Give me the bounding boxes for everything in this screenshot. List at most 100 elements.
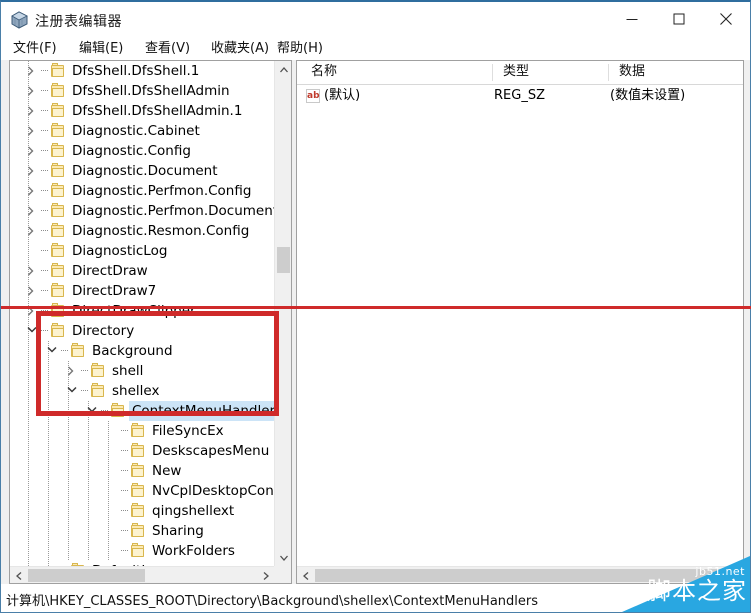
tree-node[interactable]: Background (10, 341, 275, 361)
tree-node[interactable]: NvCplDesktopCont (10, 481, 275, 501)
tree-node-label: DfsShell.DfsShellAdmin.1 (72, 103, 243, 119)
tree-node[interactable]: qingshellext (10, 501, 275, 521)
tree-guide-line (28, 421, 29, 441)
registry-values-pane: 名称 类型 数据 ab (默认) REG_SZ (数值未设置) (296, 60, 744, 584)
chevron-right-icon[interactable] (24, 221, 40, 241)
chevron-right-icon[interactable] (24, 61, 40, 81)
watermark-brand: 脚本之家 (647, 577, 747, 605)
folder-icon (70, 341, 87, 361)
tree-node-label: FileSyncEx (152, 423, 224, 439)
folder-icon (50, 261, 67, 281)
value-cell-type: REG_SZ (494, 88, 545, 103)
tree-node[interactable]: DfsShell.DfsShellAdmin.1 (10, 101, 275, 121)
tree-node-label: qingshellext (152, 503, 235, 519)
chevron-right-icon[interactable] (24, 201, 40, 221)
tree-node-label: ContextMenuHandlers (129, 401, 275, 421)
chevron-right-icon[interactable] (24, 301, 40, 321)
menu-edit[interactable]: 编辑(E) (73, 40, 129, 58)
chevron-right-icon[interactable] (24, 101, 40, 121)
tree-node[interactable]: DfsShell.DfsShell.1 (10, 61, 275, 81)
folder-icon (130, 421, 147, 441)
minimize-button[interactable] (609, 2, 655, 36)
tree-guide-line (68, 521, 69, 541)
menu-help[interactable]: 帮助(H) (271, 40, 329, 58)
tree-node[interactable]: Diagnostic.Config (10, 141, 275, 161)
chevron-right-icon[interactable] (24, 181, 40, 201)
tree-node[interactable]: shell (10, 361, 275, 381)
tree-node[interactable]: Diagnostic.Document (10, 161, 275, 181)
tree-node[interactable]: shellex (10, 381, 275, 401)
tree-hscroll-thumb[interactable] (28, 569, 145, 582)
maximize-button[interactable] (656, 2, 702, 36)
chevron-right-icon[interactable] (24, 141, 40, 161)
tree-node[interactable]: WorkFolders (10, 541, 275, 561)
chevron-down-icon[interactable] (24, 321, 40, 341)
values-scroll-left-button[interactable] (297, 567, 314, 583)
menu-view[interactable]: 查看(V) (139, 40, 196, 58)
tree-guide-line (88, 421, 89, 441)
tree-guide-line (28, 501, 29, 521)
chevron-right-icon[interactable] (24, 161, 40, 181)
tree-guide-line (48, 501, 49, 521)
chevron-right-icon[interactable] (24, 261, 40, 281)
value-row[interactable]: ab (默认) REG_SZ (数值未设置) (297, 85, 743, 107)
tree-node[interactable]: DirectDraw7 (10, 281, 275, 301)
column-data[interactable]: 数据 (610, 61, 645, 83)
folder-icon (90, 361, 107, 381)
tree-node[interactable]: DiagnosticLog (10, 241, 275, 261)
tree-vertical-scrollbar[interactable] (274, 61, 291, 566)
tree-node[interactable]: Sharing (10, 521, 275, 541)
tree-horizontal-scrollbar[interactable] (10, 566, 274, 583)
title-bar: 注册表编辑器 (1, 2, 750, 38)
close-button[interactable] (703, 2, 749, 36)
chevron-down-icon[interactable] (64, 381, 80, 401)
tree-leaf-spacer (104, 441, 120, 461)
folder-icon (50, 201, 67, 221)
tree-node[interactable]: DfsShell.DfsShellAdmin (10, 81, 275, 101)
chevron-down-icon[interactable] (44, 341, 60, 361)
tree-guide-line (28, 381, 29, 401)
tree-scroll-corner (274, 566, 291, 583)
column-type[interactable]: 类型 (494, 61, 529, 83)
tree-node[interactable]: DeskscapesMenu (10, 441, 275, 461)
tree-node[interactable]: DirectDraw (10, 261, 275, 281)
chevron-right-icon[interactable] (24, 81, 40, 101)
tree-node[interactable]: Diagnostic.Perfmon.Document (10, 201, 275, 221)
menu-file[interactable]: 文件(F) (7, 40, 63, 58)
registry-tree[interactable]: DfsShell.DfsShell.1 DfsShell.DfsShellAdmi… (10, 61, 275, 566)
menu-favorites[interactable]: 收藏夹(A) (205, 40, 275, 58)
chevron-right-icon[interactable] (24, 121, 40, 141)
column-name[interactable]: 名称 (302, 61, 337, 83)
scroll-up-button[interactable] (275, 61, 291, 78)
tree-guide-line (28, 481, 29, 501)
tree-node[interactable]: Diagnostic.Cabinet (10, 121, 275, 141)
tree-node[interactable]: FileSyncEx (10, 421, 275, 441)
tree-guide-line (88, 541, 89, 561)
annotation-underline (1, 306, 751, 309)
tree-node[interactable]: Diagnostic.Perfmon.Config (10, 181, 275, 201)
scroll-left-button[interactable] (10, 567, 27, 583)
registry-tree-pane: DfsShell.DfsShell.1 DfsShell.DfsShellAdmi… (9, 60, 292, 584)
tree-guide-line (88, 461, 89, 481)
chevron-right-icon[interactable] (64, 361, 80, 381)
column-separator[interactable] (492, 64, 493, 81)
scroll-down-button[interactable] (275, 549, 291, 566)
column-separator[interactable] (608, 64, 609, 81)
tree-node[interactable]: DirectDrawClipper (10, 301, 275, 321)
tree-guide-line (88, 481, 89, 501)
tree-node[interactable]: Directory (10, 321, 275, 341)
tree-scroll-thumb[interactable] (277, 247, 290, 273)
scroll-right-button[interactable] (257, 567, 274, 583)
tree-guide-line (48, 461, 49, 481)
tree-node-label: DfsShell.DfsShellAdmin (72, 83, 230, 99)
tree-node-selected[interactable]: ContextMenuHandlers (10, 401, 275, 421)
tree-node[interactable]: New (10, 461, 275, 481)
value-cell-name: (默认) (324, 88, 361, 103)
registry-path: 计算机\HKEY_CLASSES_ROOT\Directory\Backgrou… (6, 594, 539, 609)
chevron-right-icon[interactable] (24, 281, 40, 301)
tree-guide-line (28, 401, 29, 421)
chevron-down-icon[interactable] (84, 401, 100, 421)
folder-icon (90, 381, 107, 401)
tree-node[interactable]: Diagnostic.Resmon.Config (10, 221, 275, 241)
folder-icon (50, 141, 67, 161)
